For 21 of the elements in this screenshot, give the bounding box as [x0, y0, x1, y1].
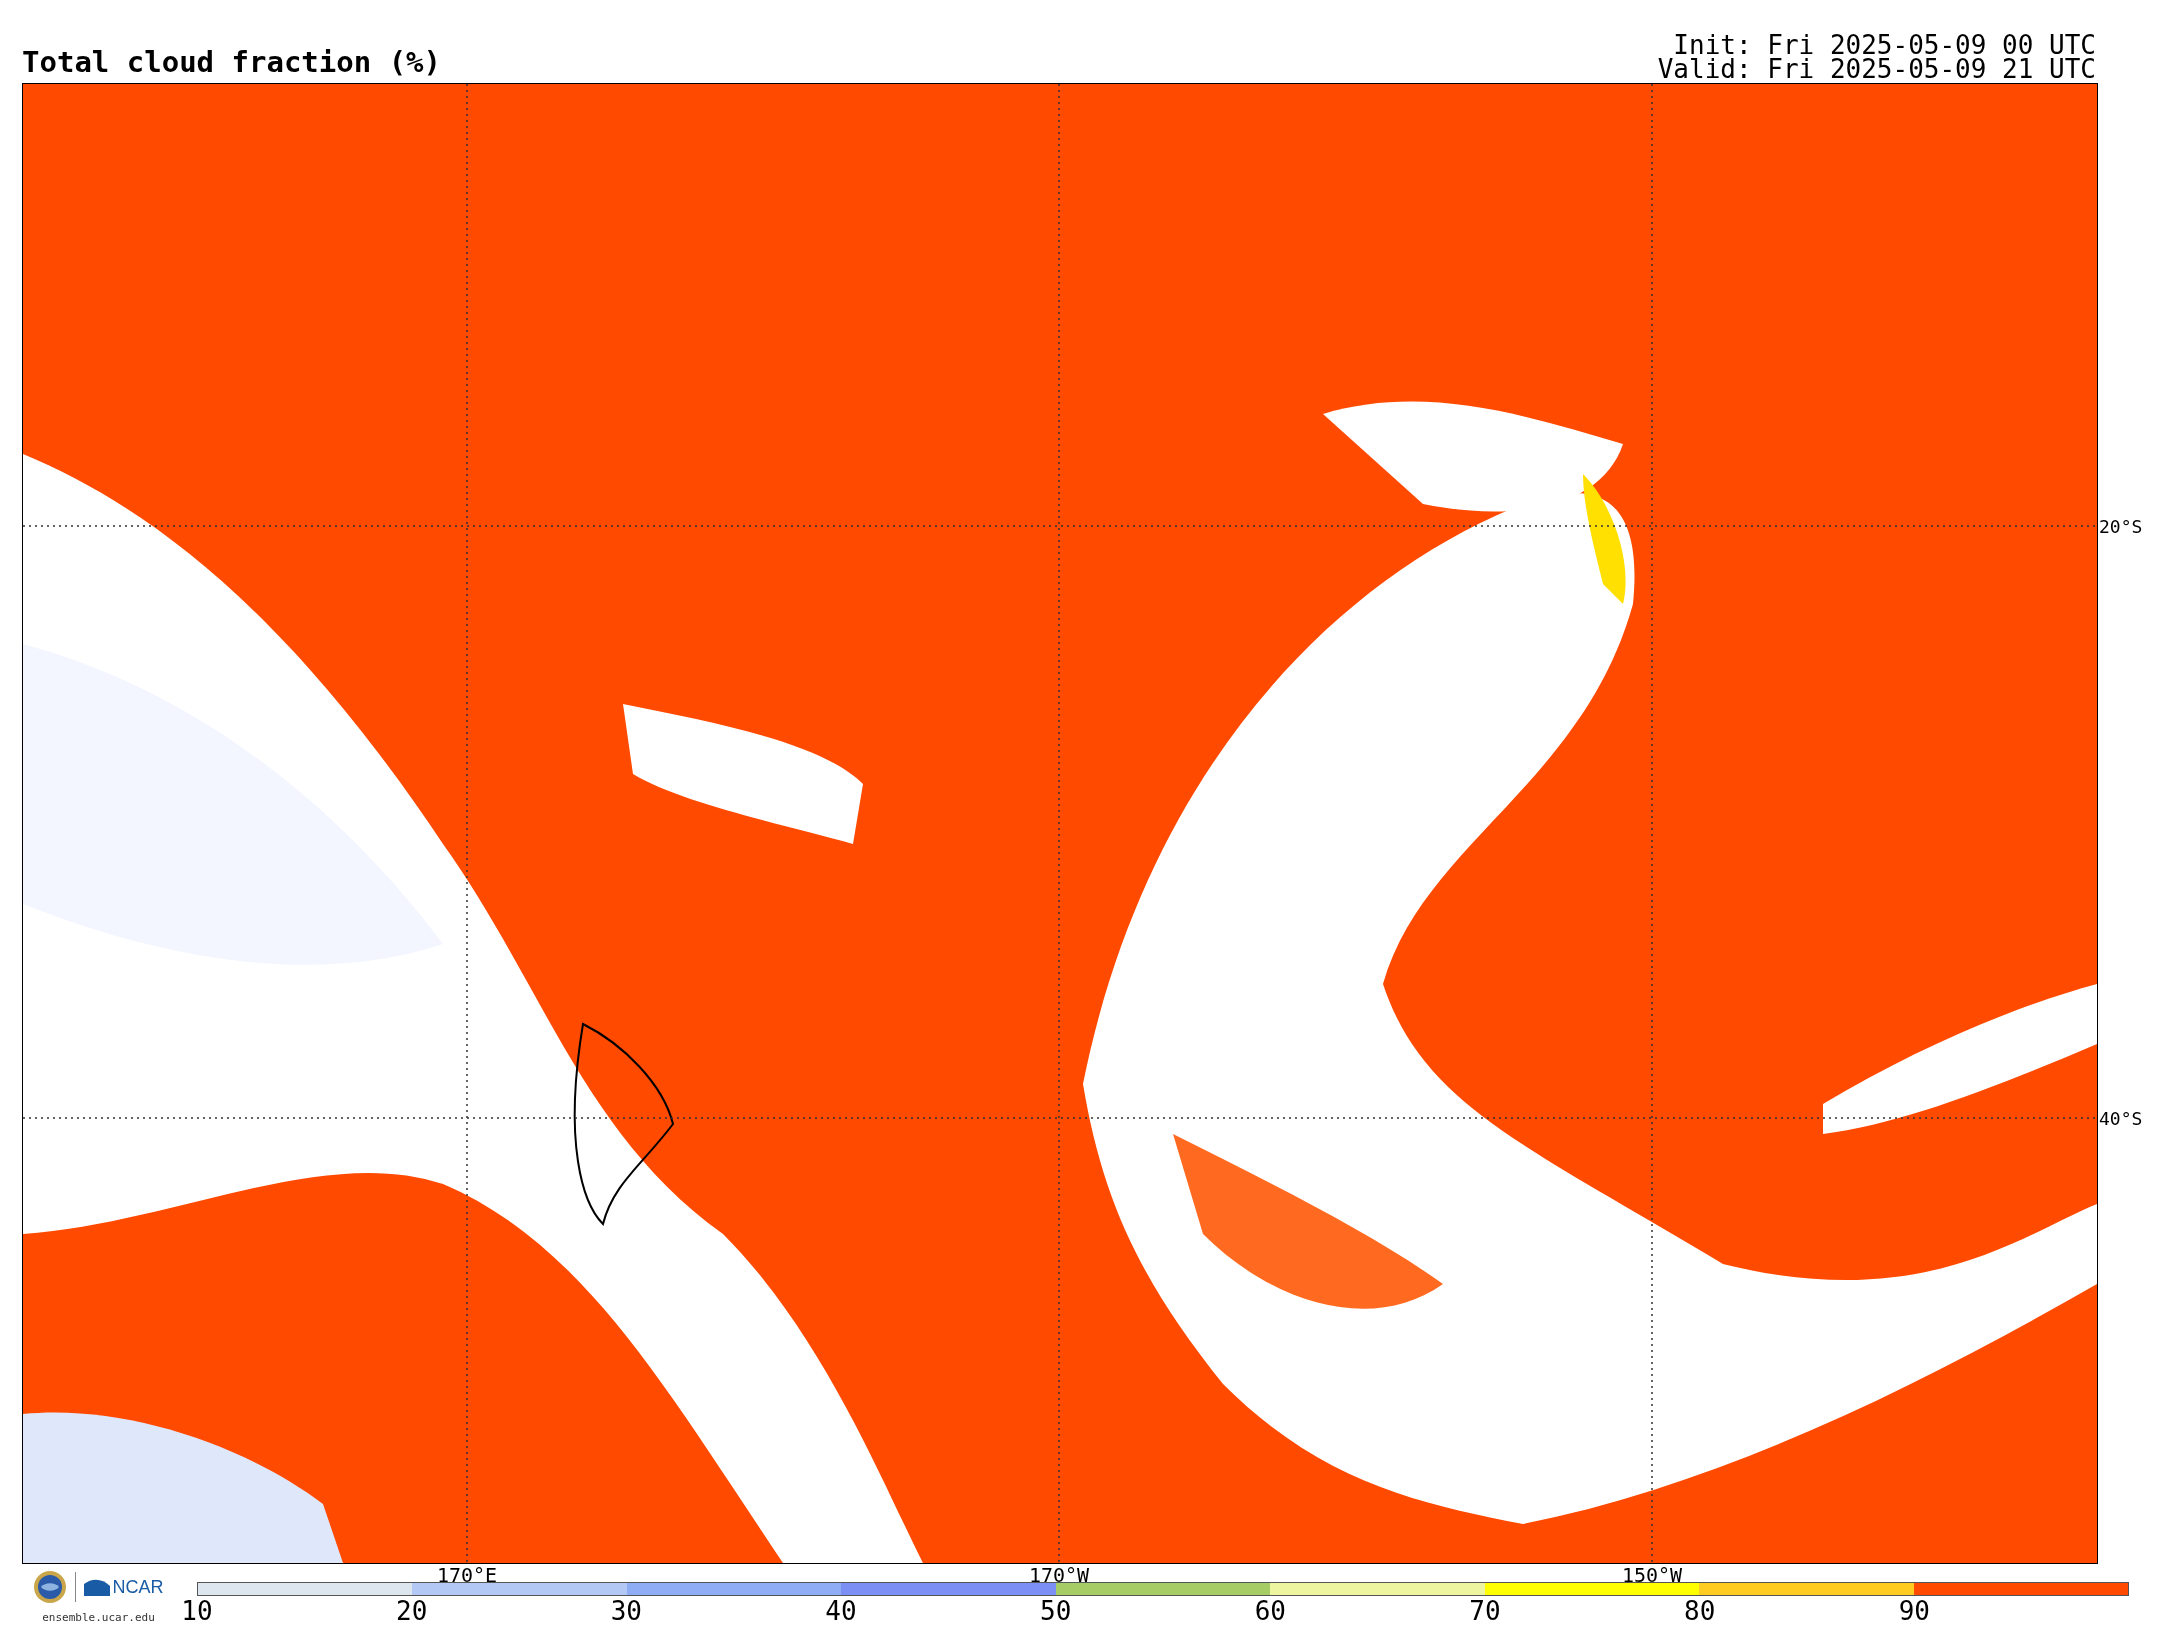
scale-tick-label: 70 [1469, 1598, 1501, 1624]
chart-title: Total cloud fraction (%) [22, 48, 442, 77]
ncar-logo-text: NCAR [112, 1578, 164, 1596]
scale-tick-label: 40 [825, 1598, 857, 1624]
scale-tick-label: 60 [1254, 1598, 1286, 1624]
globe-logo-icon [33, 1570, 68, 1604]
scale-tick-label: 50 [1040, 1598, 1072, 1624]
valid-time: Valid: Fri 2025-05-09 21 UTC [1657, 57, 2096, 81]
longitude-label: 170°W [1028, 1565, 1090, 1585]
longitude-label: 170°E [436, 1565, 498, 1585]
scale-tick-label: 20 [396, 1598, 428, 1624]
init-time: Init: Fri 2025-05-09 00 UTC [1673, 33, 2096, 57]
scale-tick-label: 90 [1898, 1598, 1930, 1624]
scale-tick-label: 10 [181, 1598, 213, 1624]
scale-tick-label: 30 [610, 1598, 642, 1624]
site-address: ensemble.ucar.edu [42, 1610, 155, 1626]
latitude-label: 40°S [2099, 1110, 2143, 1128]
latitude-label: 20°S [2099, 518, 2143, 536]
scale-tick-label: 80 [1684, 1598, 1716, 1624]
ncar-mark-icon [84, 1578, 111, 1596]
longitude-label: 150°W [1621, 1565, 1683, 1585]
